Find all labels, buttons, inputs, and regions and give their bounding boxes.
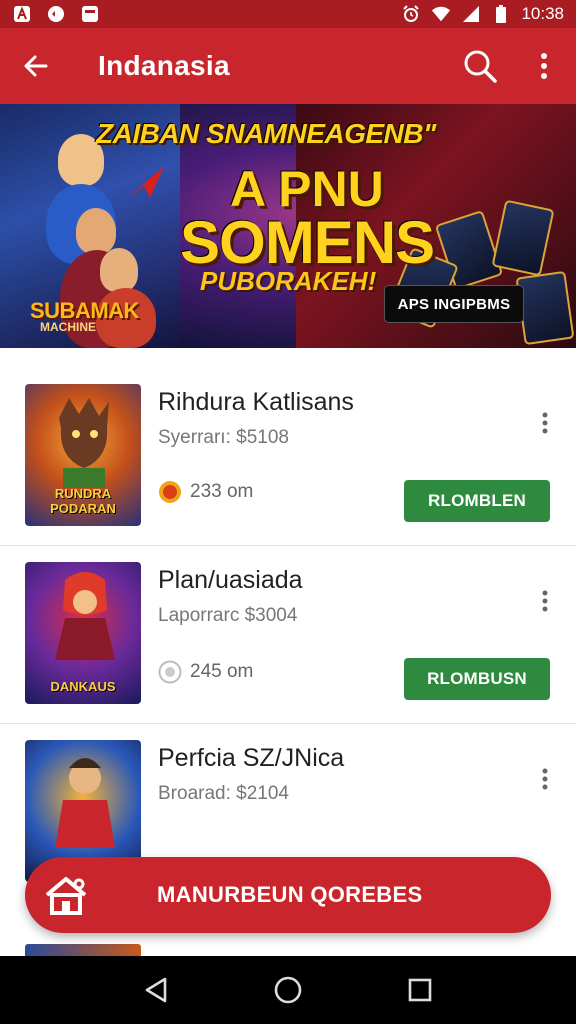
search-button[interactable] [448,28,512,104]
more-vert-icon [542,590,548,612]
app-subtitle: Broarad: $2104 [158,783,289,804]
row-more-button[interactable] [528,406,562,440]
back-button[interactable] [0,28,72,104]
hero-character-2 [76,208,116,254]
back-arrow-icon [24,55,48,77]
more-vert-icon [541,53,547,79]
install-button[interactable]: RLOMBUSN [404,658,550,700]
wifi-icon [431,4,451,24]
app-bar: Indanasia [0,28,576,104]
more-vert-icon [542,768,548,790]
banner-badge[interactable]: APS INGIPBMS [384,285,524,323]
bottom-action-label: MANURBEUN QOREBES [157,882,423,907]
nav-back-button[interactable] [126,960,186,1020]
list-item[interactable]: RUNDRA PODARAN Rihdura Katlisans Syerrar… [0,368,576,546]
app-meta: 233 om [158,480,253,504]
bottom-action-button[interactable]: MANURBEUN QOREBES [25,857,551,933]
notification-icon [80,4,100,24]
font-icon [12,4,32,24]
page-title: Indanasia [98,50,230,81]
app-title[interactable]: Perfcia SZ/JNica [158,744,344,773]
app-subtitle: Syerrarı: $5108 [158,427,289,448]
back-triangle-icon [145,977,167,1003]
app-meta-text: 245 om [190,661,254,682]
recents-square-icon [408,978,432,1002]
rating-icon [158,660,182,684]
search-icon [464,50,497,83]
row-more-button[interactable] [528,584,562,618]
coin-icon [158,480,182,504]
install-button[interactable]: RLOMBLEN [404,480,550,522]
app-meta: 245 om [158,660,253,684]
app-meta-text: 233 om [190,481,254,502]
status-bar: 10:38 [0,0,576,28]
paper-plane-icon [128,166,164,198]
whatsapp-icon [46,4,66,24]
status-time: 10:38 [521,4,564,23]
home-store-icon [31,857,101,933]
promo-banner[interactable]: ZAIBAN SNAMNEAGENB" A PNU SOMENS PUBORAK… [0,104,576,348]
app-title[interactable]: Rihdura Katlisans [158,388,354,417]
banner-headline-top: ZAIBAN SNAMNEAGENB" [96,118,436,149]
system-nav-bar [0,956,576,1024]
thumbnail-label: RUNDRA PODARAN [50,486,116,516]
banner-headline-line3: PUBORAKEH! [200,266,377,296]
app-title[interactable]: Plan/uasiada [158,566,303,595]
more-vert-icon [542,412,548,434]
app-thumbnail[interactable]: RUNDRA PODARAN [25,384,141,526]
list-item-peek [25,944,141,956]
signal-icon [461,4,481,24]
battery-icon [491,4,511,24]
more-options-button[interactable] [512,28,576,104]
character-art-icon [55,758,115,848]
nav-home-button[interactable] [258,960,318,1020]
banner-logo-sub: MACHINE [40,320,96,334]
character-art-icon [55,572,115,660]
character-art-icon [59,398,109,488]
row-more-button[interactable] [528,762,562,796]
hero-character-3 [100,248,138,292]
app-subtitle: Laporrarc $3004 [158,605,298,626]
app-thumbnail[interactable]: DANKAUS [25,562,141,704]
game-card [515,270,575,346]
list-item[interactable]: DANKAUS Plan/uasiada Laporrarc $3004 245… [0,546,576,724]
thumbnail-label: DANKAUS [50,679,116,694]
alarm-icon [401,4,421,24]
home-circle-icon [274,976,302,1004]
nav-recents-button[interactable] [390,960,450,1020]
